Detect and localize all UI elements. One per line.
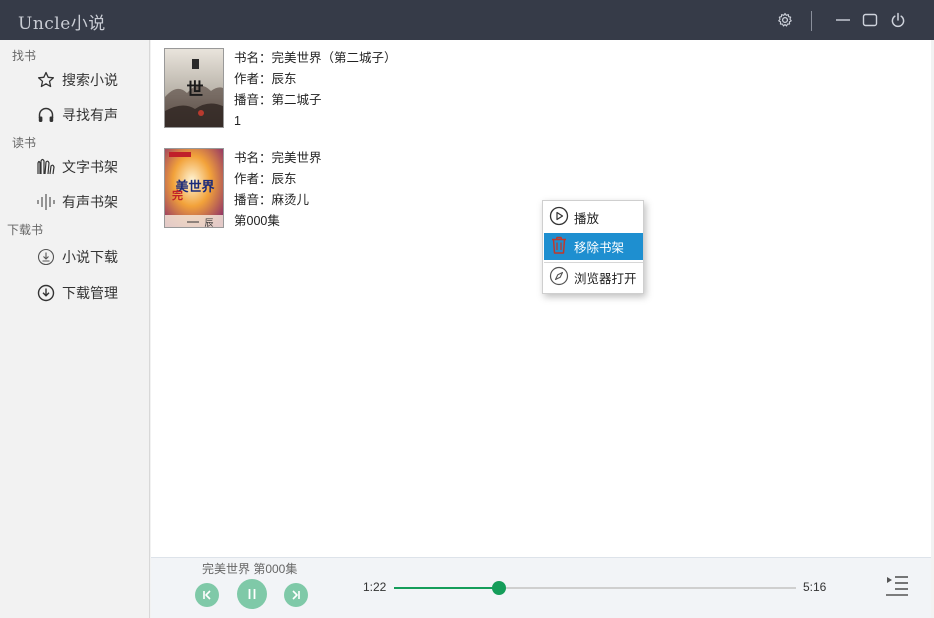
next-button[interactable]	[284, 583, 308, 607]
pause-icon	[245, 587, 259, 601]
power-icon[interactable]	[889, 11, 907, 29]
section-title-find: 找书	[12, 49, 37, 63]
maximize-icon[interactable]	[861, 11, 879, 29]
progress-fill	[394, 587, 499, 589]
book-author: 作者：辰东	[234, 72, 297, 86]
download-cloud-icon	[36, 283, 56, 303]
now-playing-title: 完美世界 第000集	[202, 562, 298, 576]
menu-item-remove-from-shelf[interactable]: 移除书架	[544, 233, 643, 260]
play-circle-icon	[549, 206, 569, 229]
title-bar: Uncle小说	[0, 0, 934, 40]
total-time: 5:16	[803, 580, 827, 594]
books-icon	[36, 157, 56, 177]
bookshelf-panel: 世 书名：完美世界（第二城子） 作者：辰东 播音：第二城子 1 美世界 完 辰	[151, 40, 931, 557]
section-title-read: 读书	[12, 136, 37, 150]
book-progress: 1	[234, 114, 241, 128]
soundwave-icon	[36, 192, 56, 212]
svg-text:完: 完	[172, 188, 183, 202]
sidebar-item-label: 小说下载	[62, 249, 118, 265]
menu-divider	[544, 262, 643, 263]
download-circle-icon	[36, 247, 56, 267]
sidebar-item-text-shelf[interactable]: 文字书架	[36, 153, 146, 181]
sidebar-item-label: 寻找有声	[62, 107, 118, 123]
trash-icon	[549, 235, 569, 258]
sidebar: 找书 搜索小说 寻找有声 读书 文字书架 有声书架 下载书 小说下载 下载管理	[0, 40, 150, 618]
minimize-icon[interactable]	[834, 11, 852, 29]
sidebar-item-label: 文字书架	[62, 159, 118, 175]
svg-text:世: 世	[187, 80, 204, 100]
sidebar-item-label: 搜索小说	[62, 72, 118, 88]
next-icon	[290, 589, 302, 601]
book-info: 书名：完美世界 作者：辰东 播音：麻烫儿 第000集	[234, 148, 322, 232]
menu-item-open-in-browser[interactable]: 浏览器打开	[544, 264, 643, 291]
menu-item-play[interactable]: 播放	[544, 204, 643, 231]
progress-slider[interactable]	[394, 581, 796, 595]
book-title: 书名：完美世界	[234, 151, 322, 165]
sidebar-item-download-manager[interactable]: 下载管理	[36, 279, 146, 307]
section-title-download: 下载书	[7, 223, 44, 237]
sidebar-item-audio-shelf[interactable]: 有声书架	[36, 188, 146, 216]
current-time: 1:22	[363, 580, 387, 594]
audio-player: 完美世界 第000集 1:22 5:16	[151, 557, 931, 618]
svg-text:辰: 辰	[204, 218, 213, 228]
book-title: 书名：完美世界（第二城子）	[234, 51, 397, 65]
headphones-icon	[36, 105, 56, 125]
app-title: Uncle小说	[18, 14, 106, 34]
previous-button[interactable]	[195, 583, 219, 607]
book-progress: 第000集	[234, 214, 280, 228]
book-narrator: 播音：第二城子	[234, 93, 322, 107]
star-icon	[36, 70, 56, 90]
book-cover: 世	[164, 48, 224, 128]
sidebar-item-novel-download[interactable]: 小说下载	[36, 243, 146, 271]
compass-icon	[549, 266, 569, 289]
previous-icon	[201, 589, 213, 601]
book-author: 作者：辰东	[234, 172, 297, 186]
progress-thumb[interactable]	[491, 581, 506, 595]
menu-item-label: 移除书架	[574, 241, 625, 255]
menu-item-label: 播放	[574, 212, 600, 226]
sidebar-item-label: 下载管理	[62, 285, 118, 301]
context-menu: 播放 移除书架 浏览器打开	[542, 200, 644, 294]
menu-item-label: 浏览器打开	[574, 272, 637, 286]
book-narrator: 播音：麻烫儿	[234, 193, 310, 207]
sidebar-item-search-novel[interactable]: 搜索小说	[36, 66, 146, 94]
book-info: 书名：完美世界（第二城子） 作者：辰东 播音：第二城子 1	[234, 48, 397, 132]
sidebar-item-label: 有声书架	[62, 194, 118, 210]
book-cover: 美世界 完 辰	[164, 148, 224, 228]
sidebar-item-find-audio[interactable]: 寻找有声	[36, 101, 146, 129]
gear-icon[interactable]	[776, 11, 794, 29]
pause-button[interactable]	[237, 579, 267, 609]
playlist-icon[interactable]	[884, 573, 910, 599]
titlebar-divider	[811, 11, 812, 31]
